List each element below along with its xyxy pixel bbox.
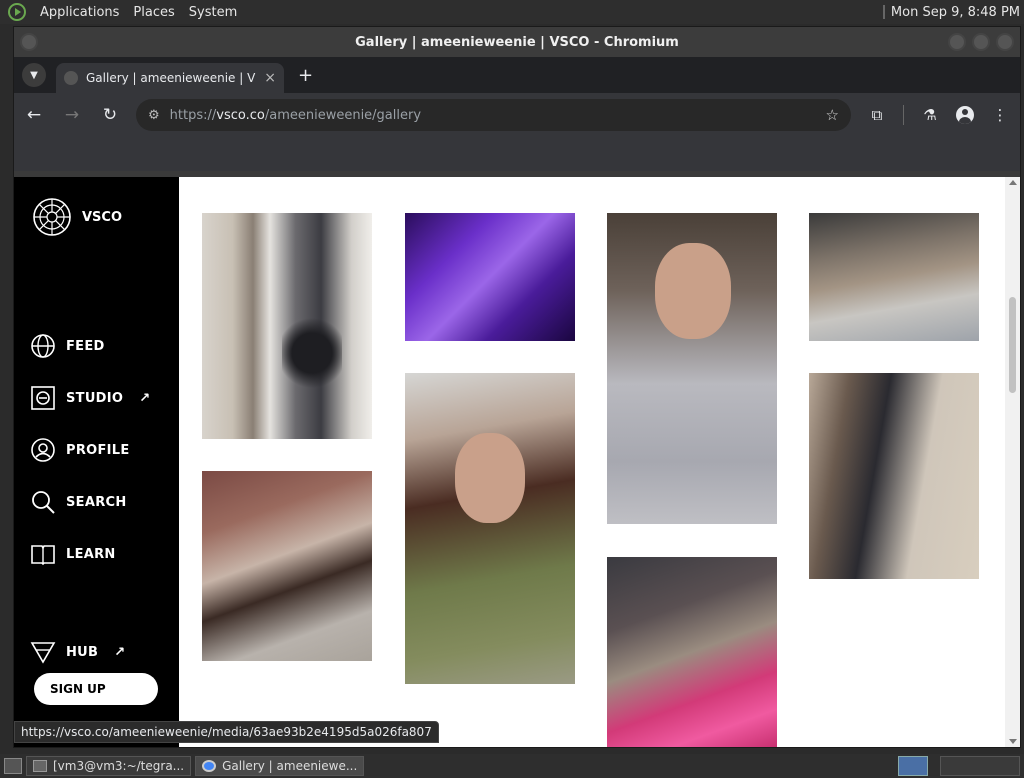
nav-studio[interactable]: STUDIO ↗ bbox=[30, 385, 150, 411]
panel-separator bbox=[882, 5, 885, 19]
scrollbar-thumb[interactable] bbox=[1009, 297, 1016, 393]
nav-profile-label: PROFILE bbox=[66, 442, 130, 458]
os-menu: Applications Places System bbox=[0, 3, 237, 21]
external-arrow-icon: ↗ bbox=[114, 644, 126, 660]
os-top-panel: Applications Places System Mon Sep 9, 8:… bbox=[0, 0, 1024, 24]
hand-cursor-icon: ☝ bbox=[796, 511, 806, 530]
nav-search-label: SEARCH bbox=[66, 494, 127, 510]
window-title: Gallery | ameenieweenie | VSCO - Chromiu… bbox=[355, 34, 679, 50]
window-titlebar[interactable]: Gallery | ameenieweenie | VSCO - Chromiu… bbox=[14, 27, 1020, 57]
forward-button[interactable]: → bbox=[60, 105, 84, 125]
show-desktop-icon[interactable] bbox=[4, 758, 22, 774]
menu-applications[interactable]: Applications bbox=[40, 5, 119, 20]
nav-learn[interactable]: LEARN bbox=[30, 541, 116, 567]
photo-gallery: ☝ bbox=[179, 177, 1005, 747]
favicon-icon bbox=[64, 71, 78, 85]
vsco-sidebar: VSCO FEED STUDIO ↗ PROFILE SEARCH LEARN … bbox=[14, 177, 179, 747]
browser-toolbar: ← → ↻ ⚙ https://vsco.co/ameenieweenie/ga… bbox=[14, 93, 1020, 137]
tab-close-icon[interactable]: × bbox=[264, 70, 276, 86]
terminal-icon bbox=[33, 760, 47, 772]
chromium-icon bbox=[202, 760, 217, 772]
minimize-button[interactable] bbox=[948, 33, 966, 51]
gallery-photo[interactable] bbox=[809, 373, 979, 579]
profile-icon bbox=[31, 438, 55, 462]
browser-window: Gallery | ameenieweenie | VSCO - Chromiu… bbox=[13, 26, 1021, 748]
nav-learn-label: LEARN bbox=[66, 546, 116, 562]
nav-hub-label: HUB bbox=[66, 644, 99, 660]
search-icon bbox=[32, 491, 55, 514]
labs-icon[interactable]: ⚗ bbox=[918, 106, 942, 124]
os-taskbar: [vm3@vm3:~/tegra... Gallery | ameeniewe.… bbox=[0, 754, 1024, 778]
clock-area: Mon Sep 9, 8:48 PM bbox=[882, 0, 1020, 24]
vsco-logo-icon bbox=[33, 198, 71, 236]
tab-gallery[interactable]: Gallery | ameenieweenie | VSCO × bbox=[56, 63, 284, 93]
os-logo-icon[interactable] bbox=[8, 3, 26, 21]
chevron-down-icon: ▼ bbox=[30, 69, 38, 81]
close-window-button[interactable] bbox=[996, 33, 1014, 51]
window-menu-button[interactable] bbox=[20, 33, 38, 51]
clock[interactable]: Mon Sep 9, 8:48 PM bbox=[891, 5, 1020, 20]
extensions-icon[interactable]: ⧉ bbox=[865, 106, 889, 124]
back-button[interactable]: ← bbox=[22, 105, 46, 125]
site-info-icon[interactable]: ⚙ bbox=[148, 108, 160, 123]
tab-strip: ▼ Gallery | ameenieweenie | VSCO × + bbox=[14, 57, 1020, 93]
scroll-down-icon[interactable] bbox=[1009, 739, 1017, 744]
photo-detail bbox=[655, 243, 731, 339]
hub-icon bbox=[30, 642, 56, 664]
url-prefix: https:// bbox=[169, 107, 217, 123]
maximize-button[interactable] bbox=[972, 33, 990, 51]
url-text[interactable]: https://vsco.co/ameenieweenie/gallery bbox=[170, 108, 816, 123]
reload-button[interactable]: ↻ bbox=[98, 105, 122, 125]
gallery-photo[interactable] bbox=[202, 471, 372, 661]
nav-profile[interactable]: PROFILE bbox=[30, 437, 130, 463]
page-scrollbar[interactable] bbox=[1005, 177, 1020, 747]
page-content: VSCO FEED STUDIO ↗ PROFILE SEARCH LEARN … bbox=[14, 177, 1020, 747]
nav-feed[interactable]: FEED bbox=[30, 333, 105, 359]
new-tab-button[interactable]: + bbox=[298, 65, 313, 86]
status-bubble: https://vsco.co/ameenieweenie/media/63ae… bbox=[14, 721, 439, 743]
sign-up-button[interactable]: SIGN UP bbox=[34, 673, 158, 705]
gallery-photo[interactable] bbox=[405, 213, 575, 341]
toolbar-separator bbox=[903, 105, 904, 125]
nav-feed-label: FEED bbox=[66, 338, 105, 354]
studio-icon bbox=[31, 386, 55, 410]
nav-hub[interactable]: HUB ↗ bbox=[30, 639, 125, 665]
brand-name: VSCO bbox=[82, 209, 123, 225]
taskbar-chromium-label: Gallery | ameeniewe... bbox=[222, 759, 358, 773]
bookmark-star-icon[interactable]: ☆ bbox=[826, 106, 839, 124]
menu-places[interactable]: Places bbox=[133, 5, 174, 20]
gallery-photo[interactable] bbox=[202, 213, 372, 439]
taskbar-terminal-label: [vm3@vm3:~/tegra... bbox=[53, 759, 185, 773]
address-bar[interactable]: ⚙ https://vsco.co/ameenieweenie/gallery … bbox=[136, 99, 851, 131]
taskbar-terminal[interactable]: [vm3@vm3:~/tegra... bbox=[26, 756, 192, 776]
photo-detail bbox=[282, 313, 342, 393]
tray-chromium-icon[interactable] bbox=[898, 756, 928, 776]
tab-title: Gallery | ameenieweenie | VSCO bbox=[86, 71, 256, 85]
external-arrow-icon: ↗ bbox=[139, 390, 151, 406]
book-icon bbox=[31, 545, 55, 566]
photo-detail bbox=[455, 433, 525, 523]
scroll-up-icon[interactable] bbox=[1009, 180, 1017, 185]
vsco-logo[interactable]: VSCO bbox=[32, 197, 122, 237]
gallery-photo[interactable] bbox=[607, 213, 777, 524]
profile-avatar-icon[interactable] bbox=[956, 106, 974, 124]
browser-menu-icon[interactable]: ⋮ bbox=[988, 106, 1012, 124]
url-host: vsco.co bbox=[216, 107, 265, 123]
gallery-photo[interactable] bbox=[607, 557, 777, 747]
nav-search[interactable]: SEARCH bbox=[30, 489, 127, 515]
workspace-switcher[interactable] bbox=[940, 756, 1020, 776]
gallery-photo[interactable] bbox=[405, 373, 575, 684]
taskbar-chromium[interactable]: Gallery | ameeniewe... bbox=[195, 756, 365, 776]
url-path: /ameenieweenie/gallery bbox=[264, 107, 422, 123]
nav-studio-label: STUDIO bbox=[66, 390, 124, 406]
menu-system[interactable]: System bbox=[189, 5, 237, 20]
globe-icon bbox=[31, 334, 55, 358]
tab-search-button[interactable]: ▼ bbox=[22, 63, 46, 87]
bookmarks-bar bbox=[14, 137, 1020, 171]
gallery-photo[interactable] bbox=[809, 213, 979, 341]
window-controls bbox=[948, 33, 1014, 51]
